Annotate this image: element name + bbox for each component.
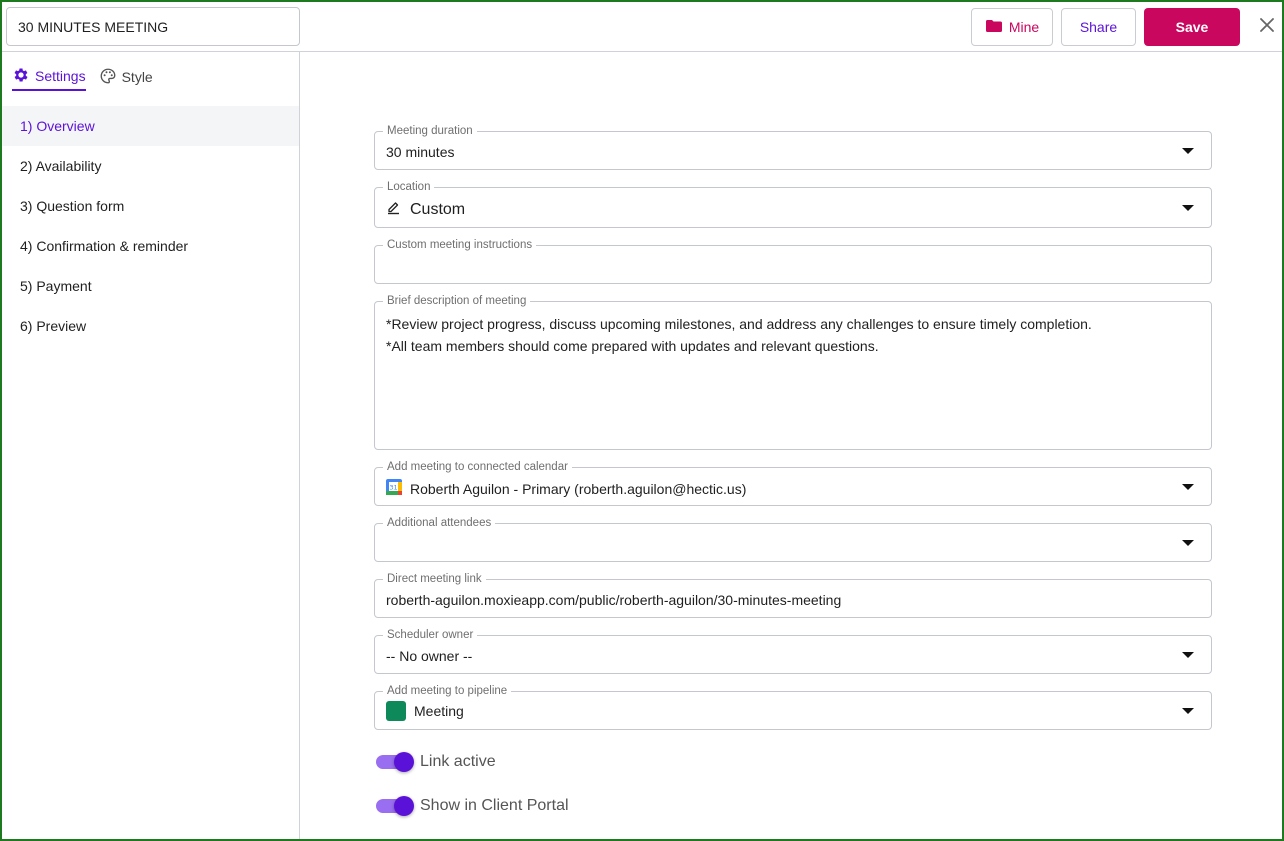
pipeline-value-wrap: Meeting [386,701,464,721]
meeting-link-input[interactable]: Direct meeting link roberth-aguilon.moxi… [374,572,1212,618]
chevron-down-icon[interactable] [1182,651,1194,658]
chevron-down-icon[interactable] [1182,204,1194,211]
field-label: Add meeting to connected calendar [383,460,572,474]
toggle-label: Link active [420,753,496,770]
chevron-down-icon[interactable] [1182,483,1194,490]
calendar-select[interactable]: Add meeting to connected calendar 31 Rob… [374,460,1212,506]
field-label: Scheduler owner [383,628,478,642]
share-button[interactable]: Share [1061,8,1136,46]
sidebar-item-label: 2) Availability [20,158,102,174]
svg-text:31: 31 [389,483,397,491]
location-value-wrap: Custom [386,199,465,220]
mine-label: Mine [1008,19,1040,35]
field-label: Custom meeting instructions [383,238,537,252]
field-value: -- No owner -- [386,648,473,664]
save-label: Save [1175,19,1209,35]
sidebar-item-availability[interactable]: 2) Availability [0,146,299,186]
pipeline-select[interactable]: Add meeting to pipeline Meeting [374,684,1212,730]
location-select[interactable]: Location Custom [374,180,1212,228]
chevron-down-icon[interactable] [1182,539,1194,546]
link-active-toggle[interactable]: Link active [376,752,496,772]
close-button[interactable] [1256,15,1278,37]
description-text: *Review project progress, discuss upcomi… [386,313,1092,357]
field-label: Meeting duration [383,124,477,138]
chevron-down-icon[interactable] [1182,147,1194,154]
gear-icon [12,66,30,87]
sidebar-item-label: 1) Overview [20,118,95,134]
pipeline-color-swatch [386,701,406,721]
sidebar-item-confirmation-reminder[interactable]: 4) Confirmation & reminder [0,226,299,266]
share-label: Share [1079,19,1118,35]
sidebar-item-label: 6) Preview [20,318,87,334]
description-textarea[interactable]: Brief description of meeting *Review pro… [374,294,1212,450]
tab-style[interactable]: Style [99,65,153,89]
field-label: Brief description of meeting [383,294,531,308]
toggle-switch[interactable] [376,796,414,816]
description-line: *Review project progress, discuss upcomi… [386,316,1092,332]
attendees-select[interactable]: Additional attendees [374,516,1212,562]
toggle-label: Show in Client Portal [420,797,569,814]
folder-icon [985,19,1003,36]
tab-style-label: Style [121,69,153,85]
sidebar-item-label: 5) Payment [20,278,92,294]
google-calendar-icon: 31 [386,479,402,498]
sidebar: Settings Style 1) Overview 2) Availabili… [0,52,300,841]
sidebar-item-label: 3) Question form [20,198,125,214]
field-value: Custom [410,200,466,218]
tab-settings-label: Settings [35,68,86,84]
field-value: roberth-aguilon.moxieapp.com/public/robe… [386,592,842,608]
mine-button[interactable]: Mine [971,8,1053,46]
field-value: 30 minutes [386,144,455,160]
sidebar-item-label: 4) Confirmation & reminder [20,238,189,254]
toggle-knob [394,752,414,772]
pencil-icon [386,199,402,220]
sidebar-item-preview[interactable]: 6) Preview [0,306,299,346]
main-form: Meeting duration 30 minutes Location Cus… [301,52,1282,839]
description-line: *All team members should come prepared w… [386,338,879,354]
field-value: Roberth Aguilon - Primary (roberth.aguil… [410,480,747,497]
custom-instructions-input[interactable]: Custom meeting instructions [374,238,1212,284]
close-icon [1259,13,1275,39]
meeting-title-input[interactable] [6,7,300,46]
toggle-switch[interactable] [376,752,414,772]
calendar-value-wrap: 31 Roberth Aguilon - Primary (roberth.ag… [386,479,746,498]
meeting-duration-select[interactable]: Meeting duration 30 minutes [374,124,1212,170]
field-label: Location [383,180,435,194]
tab-settings[interactable]: Settings [12,65,86,91]
field-label: Direct meeting link [383,572,486,586]
sidebar-item-overview[interactable]: 1) Overview [0,106,299,146]
chevron-down-icon[interactable] [1182,707,1194,714]
palette-icon [99,67,117,88]
toggle-knob [394,796,414,816]
sidebar-nav: 1) Overview 2) Availability 3) Question … [0,106,299,346]
sidebar-item-payment[interactable]: 5) Payment [0,266,299,306]
field-label: Additional attendees [383,516,496,530]
client-portal-toggle[interactable]: Show in Client Portal [376,796,569,816]
header-bar: Mine Share Save [0,0,1284,52]
scheduler-owner-select[interactable]: Scheduler owner -- No owner -- [374,628,1212,674]
sidebar-tabs: Settings Style [12,65,153,91]
sidebar-item-question-form[interactable]: 3) Question form [0,186,299,226]
field-label: Add meeting to pipeline [383,684,512,698]
save-button[interactable]: Save [1144,8,1240,46]
field-value: Meeting [414,703,464,719]
